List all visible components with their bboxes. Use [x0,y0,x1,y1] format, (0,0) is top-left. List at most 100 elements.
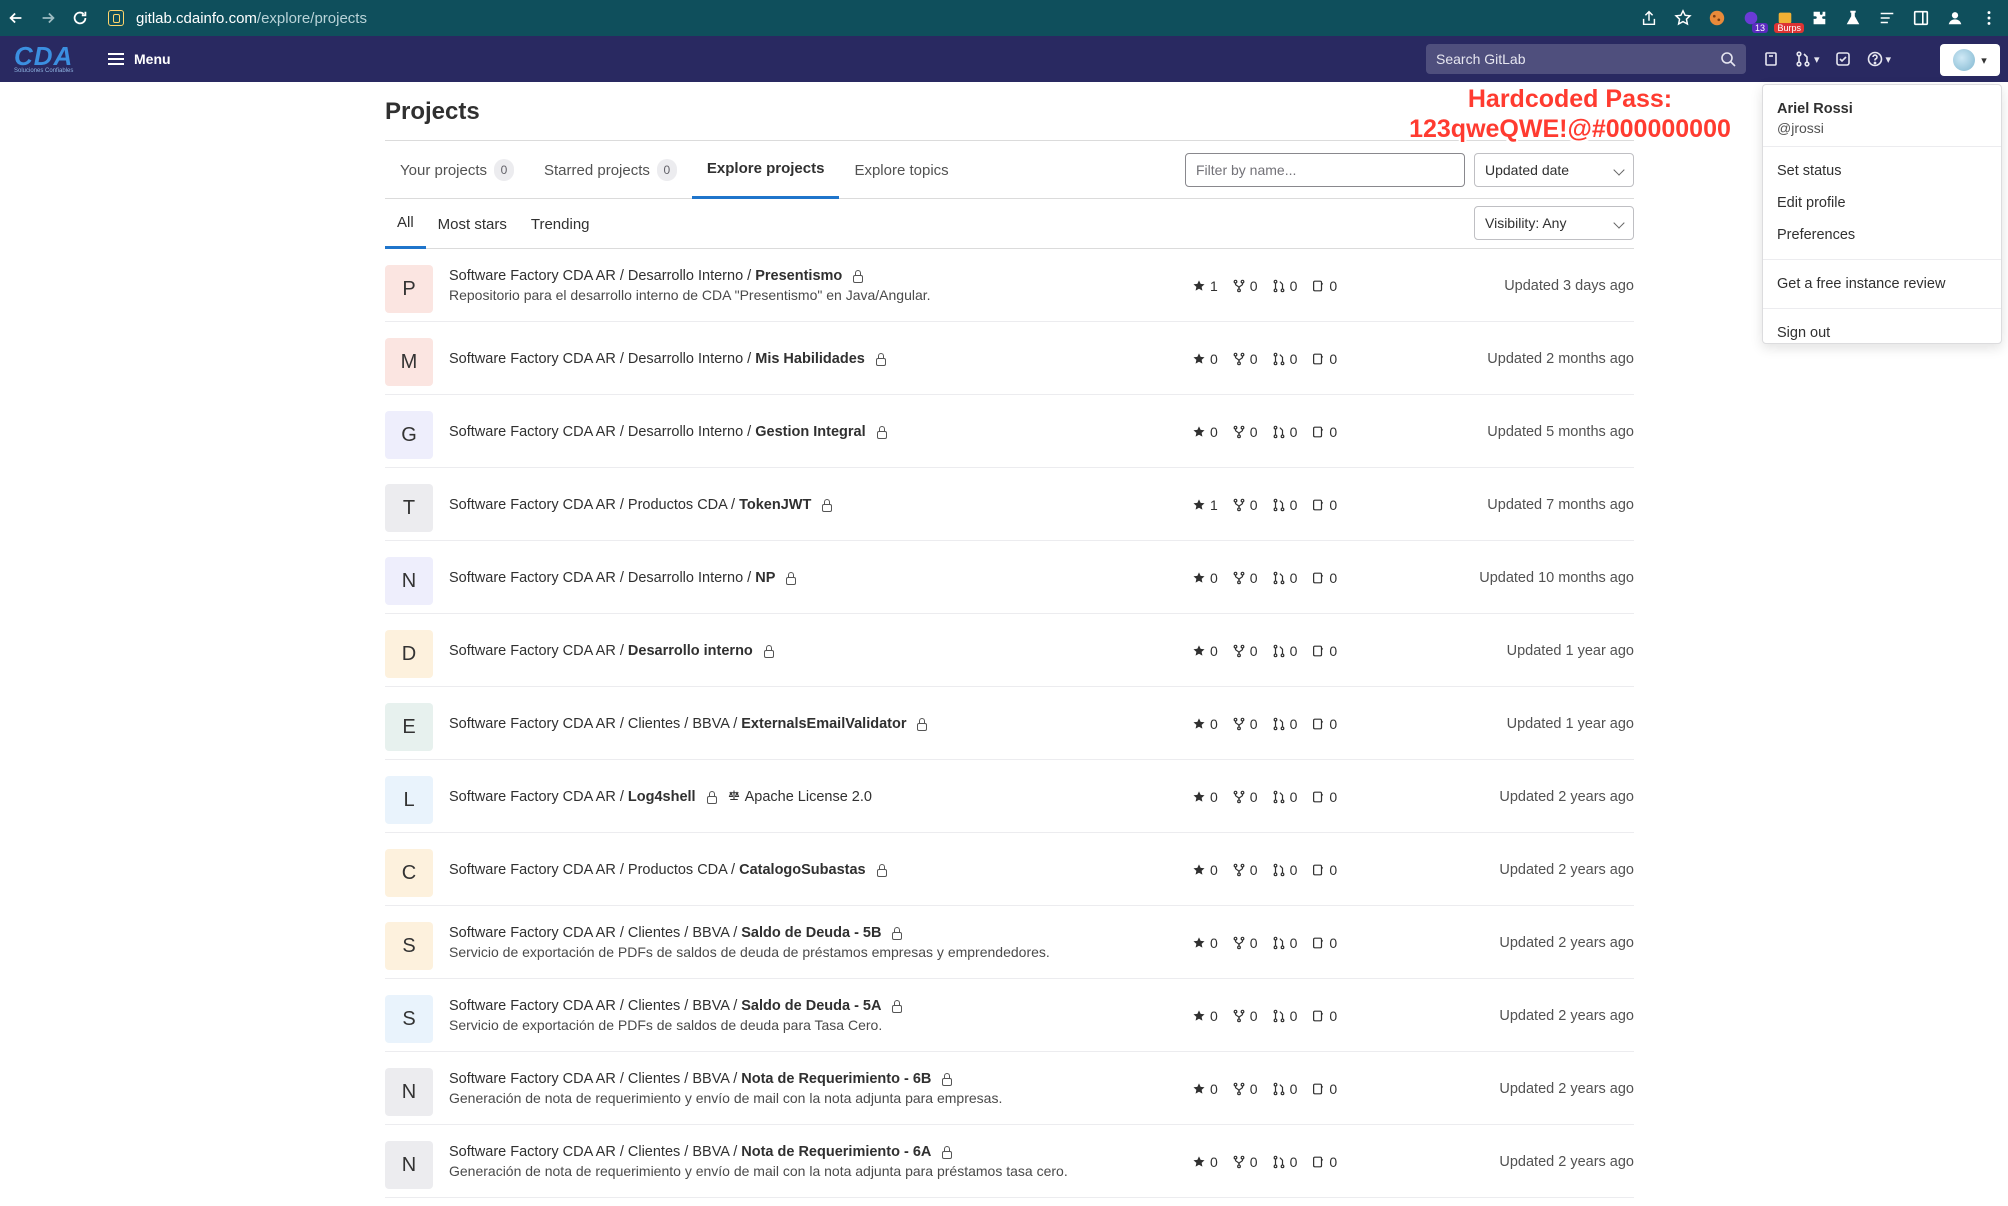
forward-icon[interactable] [32,2,64,34]
issues-stat[interactable]: 0 [1311,351,1337,367]
project-link[interactable]: Software Factory CDA AR / Desarrollo int… [449,643,753,659]
extension-counter-icon[interactable]: 13 [1740,7,1768,33]
project-link[interactable]: Software Factory CDA AR / Log4shell [449,789,696,805]
issues-stat[interactable]: 0 [1311,789,1337,805]
reading-list-icon[interactable] [1876,7,1898,29]
issues-stat[interactable]: 0 [1311,1154,1337,1170]
stars-stat[interactable]: 0 [1192,643,1218,659]
merge-requests-icon[interactable]: ▾ [1794,50,1820,68]
forks-stat[interactable]: 0 [1232,1154,1258,1170]
site-info-icon[interactable] [108,10,124,26]
forks-stat[interactable]: 0 [1232,570,1258,586]
merge-requests-stat[interactable]: 0 [1272,351,1297,367]
issues-stat[interactable]: 0 [1311,862,1337,878]
project-link[interactable]: Software Factory CDA AR / Desarrollo Int… [449,351,865,367]
set-status-item[interactable]: Set status [1763,155,2001,187]
tab-your-projects[interactable]: Your projects 0 [385,141,529,199]
project-link[interactable]: Software Factory CDA AR / Clientes / BBV… [449,1071,931,1087]
stars-stat[interactable]: 0 [1192,351,1218,367]
project-avatar[interactable]: T [385,484,433,532]
merge-requests-stat[interactable]: 0 [1272,424,1297,440]
preferences-item[interactable]: Preferences [1763,219,2001,251]
forks-stat[interactable]: 0 [1232,278,1258,294]
project-avatar[interactable]: G [385,411,433,459]
share-icon[interactable] [1638,7,1660,29]
issues-stat[interactable]: 0 [1311,570,1337,586]
filter-by-name-input[interactable]: Filter by name... [1185,153,1465,187]
back-icon[interactable] [0,2,32,34]
stars-stat[interactable]: 0 [1192,862,1218,878]
extension-cookie-icon[interactable] [1706,7,1728,29]
merge-requests-stat[interactable]: 0 [1272,716,1297,732]
project-avatar[interactable]: N [385,1068,433,1116]
cda-logo[interactable]: CDA Soluciones Confiables [14,42,86,76]
project-link[interactable]: Software Factory CDA AR / Clientes / BBV… [449,998,881,1014]
project-avatar[interactable]: M [385,338,433,386]
license-badge[interactable]: Apache License 2.0 [728,789,872,805]
edit-profile-item[interactable]: Edit profile [1763,187,2001,219]
sort-dropdown[interactable]: Updated date [1474,153,1634,187]
reload-icon[interactable] [64,2,96,34]
forks-stat[interactable]: 0 [1232,1081,1258,1097]
bookmark-star-icon[interactable] [1672,7,1694,29]
profile-icon[interactable] [1944,7,1966,29]
forks-stat[interactable]: 0 [1232,497,1258,513]
issues-stat[interactable]: 0 [1311,643,1337,659]
project-avatar[interactable]: P [385,265,433,313]
project-avatar[interactable]: D [385,630,433,678]
project-avatar[interactable]: E [385,703,433,751]
project-avatar[interactable]: S [385,995,433,1043]
subtab-trending[interactable]: Trending [519,199,602,249]
user-avatar-button[interactable]: ▾ [1940,44,2000,76]
project-link[interactable]: Software Factory CDA AR / Productos CDA … [449,497,811,513]
help-icon[interactable]: ▾ [1866,50,1891,68]
project-avatar[interactable]: L [385,776,433,824]
issues-stat[interactable]: 0 [1311,1008,1337,1024]
project-link[interactable]: Software Factory CDA AR / Desarrollo Int… [449,268,842,284]
merge-requests-stat[interactable]: 0 [1272,497,1297,513]
issues-stat[interactable]: 0 [1311,716,1337,732]
project-link[interactable]: Software Factory CDA AR / Productos CDA … [449,862,866,878]
tab-explore-topics[interactable]: Explore topics [839,141,963,199]
forks-stat[interactable]: 0 [1232,935,1258,951]
stars-stat[interactable]: 0 [1192,1081,1218,1097]
user-info[interactable]: Ariel Rossi @jrossi [1763,85,2001,147]
stars-stat[interactable]: 0 [1192,716,1218,732]
forks-stat[interactable]: 0 [1232,1008,1258,1024]
stars-stat[interactable]: 0 [1192,1008,1218,1024]
tab-explore-projects[interactable]: Explore projects [691,141,840,199]
visibility-dropdown[interactable]: Visibility: Any [1474,206,1634,240]
stars-stat[interactable]: 0 [1192,1154,1218,1170]
merge-requests-stat[interactable]: 0 [1272,862,1297,878]
merge-requests-stat[interactable]: 0 [1272,570,1297,586]
project-avatar[interactable]: N [385,1141,433,1189]
stars-stat[interactable]: 0 [1192,424,1218,440]
tab-starred-projects[interactable]: Starred projects 0 [529,141,692,199]
search-input[interactable]: Search GitLab [1426,44,1746,74]
browser-menu-icon[interactable] [1978,7,2000,29]
project-link[interactable]: Software Factory CDA AR / Clientes / BBV… [449,925,881,941]
forks-stat[interactable]: 0 [1232,716,1258,732]
forks-stat[interactable]: 0 [1232,351,1258,367]
free-instance-review-item[interactable]: Get a free instance review [1763,268,2001,300]
merge-requests-stat[interactable]: 0 [1272,1081,1297,1097]
project-link[interactable]: Software Factory CDA AR / Desarrollo Int… [449,570,775,586]
todos-icon[interactable] [1834,50,1852,68]
project-link[interactable]: Software Factory CDA AR / Clientes / BBV… [449,1144,931,1160]
flask-icon[interactable] [1842,7,1864,29]
issues-stat[interactable]: 0 [1311,497,1337,513]
issues-stat[interactable]: 0 [1311,424,1337,440]
subtab-all[interactable]: All [385,199,426,249]
stars-stat[interactable]: 1 [1192,278,1218,294]
address-bar[interactable]: gitlab.cdainfo.com/explore/projects [108,10,367,27]
sign-out-item[interactable]: Sign out [1763,317,2001,349]
project-avatar[interactable]: S [385,922,433,970]
extension-burp-icon[interactable]: Burps [1774,7,1804,33]
merge-requests-stat[interactable]: 0 [1272,643,1297,659]
forks-stat[interactable]: 0 [1232,789,1258,805]
side-panel-icon[interactable] [1910,7,1932,29]
forks-stat[interactable]: 0 [1232,862,1258,878]
project-link[interactable]: Software Factory CDA AR / Desarrollo Int… [449,424,866,440]
merge-requests-stat[interactable]: 0 [1272,1008,1297,1024]
forks-stat[interactable]: 0 [1232,643,1258,659]
